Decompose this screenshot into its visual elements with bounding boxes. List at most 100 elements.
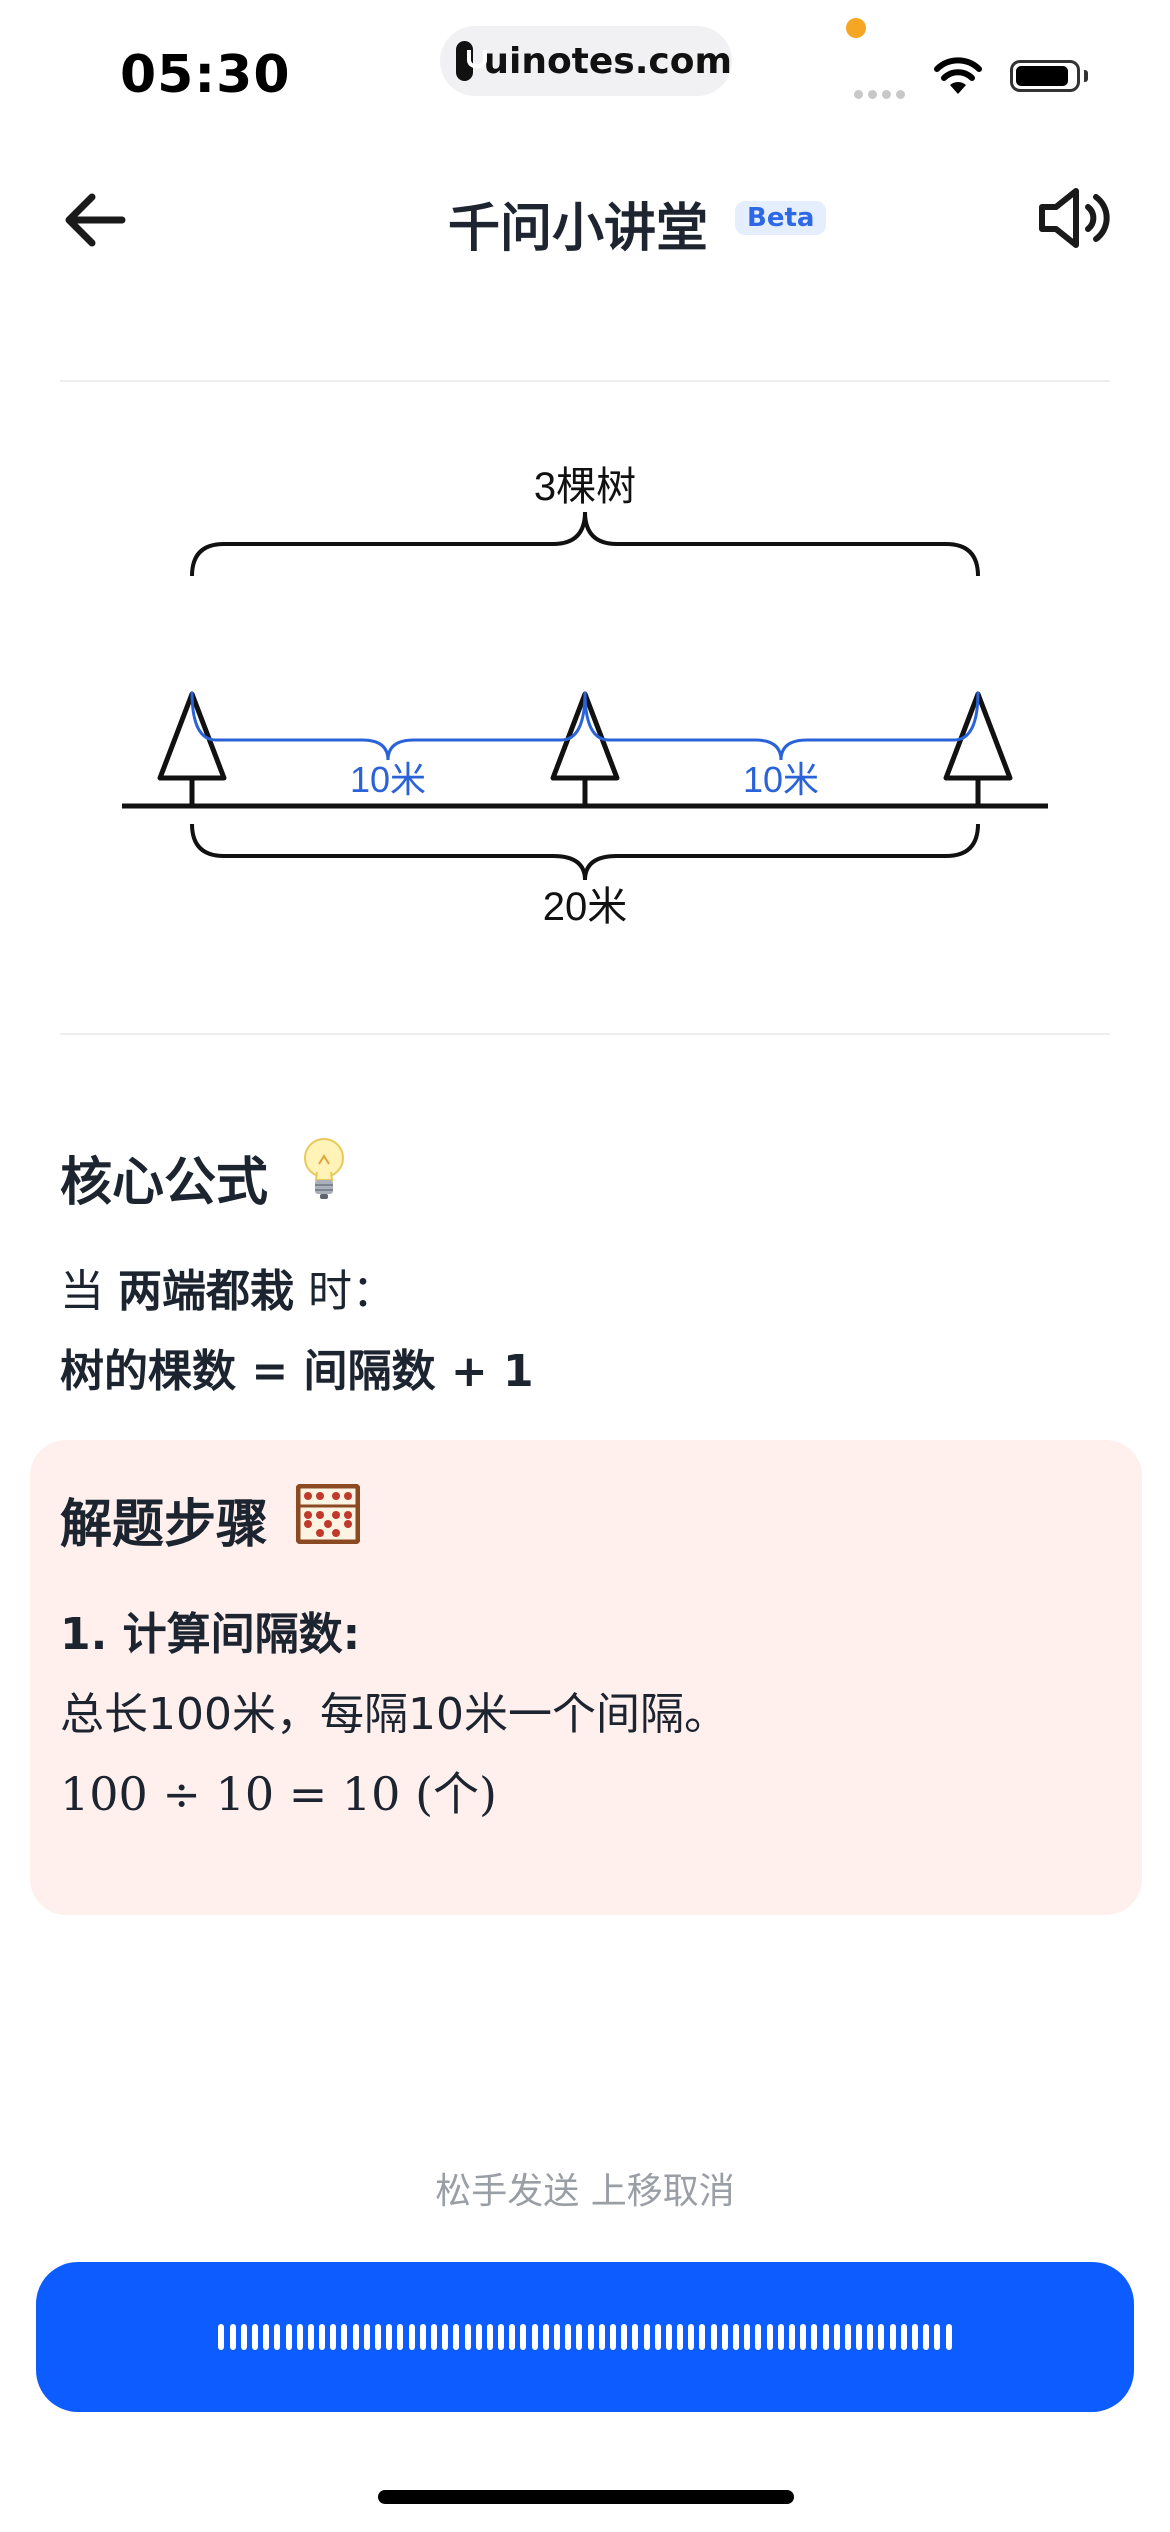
divider-middle (60, 1033, 1110, 1035)
url-text: uinotes.com (483, 40, 732, 82)
step-calculation: 100 ÷ 10 = 10 (个) (60, 1767, 497, 1821)
waveform-bar (520, 2324, 527, 2350)
formula-equation: 树的棵数 = 间隔数 + 1 (60, 1346, 534, 1397)
waveform-bar (542, 2324, 549, 2350)
waveform-bar (464, 2324, 471, 2350)
voice-record-button[interactable] (36, 2262, 1134, 2412)
arrow-left-icon (65, 193, 126, 247)
sound-button[interactable] (1036, 183, 1112, 253)
waveform-bar (341, 2324, 348, 2350)
waveform-bar (889, 2324, 896, 2350)
waveform-bar (408, 2324, 415, 2350)
waveform-bar (263, 2324, 270, 2350)
waveform-bar (375, 2324, 382, 2350)
waveform-bar (386, 2324, 393, 2350)
status-time: 05:30 (120, 45, 291, 105)
waveform-bar (766, 2324, 773, 2350)
waveform-bar (486, 2324, 493, 2350)
waveform-bar (319, 2324, 326, 2350)
waveform-bar (811, 2324, 818, 2350)
waveform-bar (900, 2324, 907, 2350)
waveform-bar (923, 2324, 930, 2350)
waveform-bar (498, 2324, 505, 2350)
waveform-bar (531, 2324, 538, 2350)
wifi-icon (934, 57, 982, 94)
waveform-bar (285, 2324, 292, 2350)
waveform-bar (330, 2324, 337, 2350)
waveform-icon (218, 2324, 952, 2350)
gap-label-1: 10米 (350, 759, 426, 800)
waveform-bar (352, 2324, 359, 2350)
home-indicator[interactable] (378, 2490, 794, 2504)
waveform-bar (218, 2324, 225, 2350)
waveform-bar (945, 2324, 952, 2350)
waveform-bar (397, 2324, 404, 2350)
waveform-bar (777, 2324, 784, 2350)
waveform-bar (744, 2324, 751, 2350)
waveform-bar (654, 2324, 661, 2350)
waveform-bar (576, 2324, 583, 2350)
waveform-bar (453, 2324, 460, 2350)
waveform-bar (856, 2324, 863, 2350)
gap-label-2: 10米 (743, 759, 819, 800)
url-pill[interactable]: uinotes.com (440, 26, 732, 96)
waveform-bar (912, 2324, 919, 2350)
divider-top (60, 380, 1110, 382)
diagram-bottom-label: 20米 (543, 885, 628, 929)
waveform-bar (677, 2324, 684, 2350)
waveform-bar (621, 2324, 628, 2350)
section-title-steps: 解题步骤 (60, 1495, 269, 1555)
back-button[interactable] (60, 185, 130, 255)
waveform-bar (755, 2324, 762, 2350)
tree-planting-diagram: 3棵树 10米 10米 20米 (122, 465, 1048, 929)
gap-brace-1 (190, 691, 587, 761)
page-title: 千问小讲堂 (448, 199, 709, 259)
top-brace (190, 511, 980, 577)
abacus-icon (296, 1484, 360, 1544)
bottom-brace (190, 823, 980, 881)
waveform-bar (710, 2324, 717, 2350)
privacy-indicator-dot (846, 18, 866, 38)
waveform-bar (632, 2324, 639, 2350)
waveform-bar (643, 2324, 650, 2350)
waveform-bar (844, 2324, 851, 2350)
waveform-bar (800, 2324, 807, 2350)
waveform-bar (598, 2324, 605, 2350)
formula-condition: 当 两端都栽 时： (60, 1266, 396, 1317)
step-heading: 1. 计算间隔数: (60, 1609, 361, 1660)
waveform-bar (274, 2324, 281, 2350)
battery-cap (1084, 70, 1088, 82)
step-description: 总长100米，每隔10米一个间隔。 (60, 1689, 728, 1740)
waveform-bar (665, 2324, 672, 2350)
waveform-bar (788, 2324, 795, 2350)
waveform-bar (565, 2324, 572, 2350)
battery-icon (1010, 60, 1080, 92)
waveform-bar (229, 2324, 236, 2350)
cellular-signal-icon (854, 84, 910, 103)
waveform-bar (833, 2324, 840, 2350)
waveform-bar (609, 2324, 616, 2350)
speaker-icon (1039, 188, 1110, 248)
waveform-bar (475, 2324, 482, 2350)
waveform-bar (934, 2324, 941, 2350)
waveform-bar (733, 2324, 740, 2350)
waveform-bar (587, 2324, 594, 2350)
beta-badge: Beta (735, 201, 827, 235)
waveform-bar (554, 2324, 561, 2350)
waveform-bar (509, 2324, 516, 2350)
waveform-bar (296, 2324, 303, 2350)
gap-brace-2 (583, 691, 980, 761)
site-logo-icon (456, 41, 488, 81)
waveform-bar (240, 2324, 247, 2350)
waveform-bar (688, 2324, 695, 2350)
waveform-bar (721, 2324, 728, 2350)
waveform-bar (307, 2324, 314, 2350)
voice-release-hint: 松手发送 上移取消 (435, 2171, 735, 2212)
waveform-bar (430, 2324, 437, 2350)
waveform-bar (419, 2324, 426, 2350)
section-title-formula: 核心公式 (60, 1153, 269, 1213)
waveform-bar (867, 2324, 874, 2350)
lightbulb-icon (304, 1138, 344, 1199)
waveform-bar (822, 2324, 829, 2350)
waveform-bar (363, 2324, 370, 2350)
